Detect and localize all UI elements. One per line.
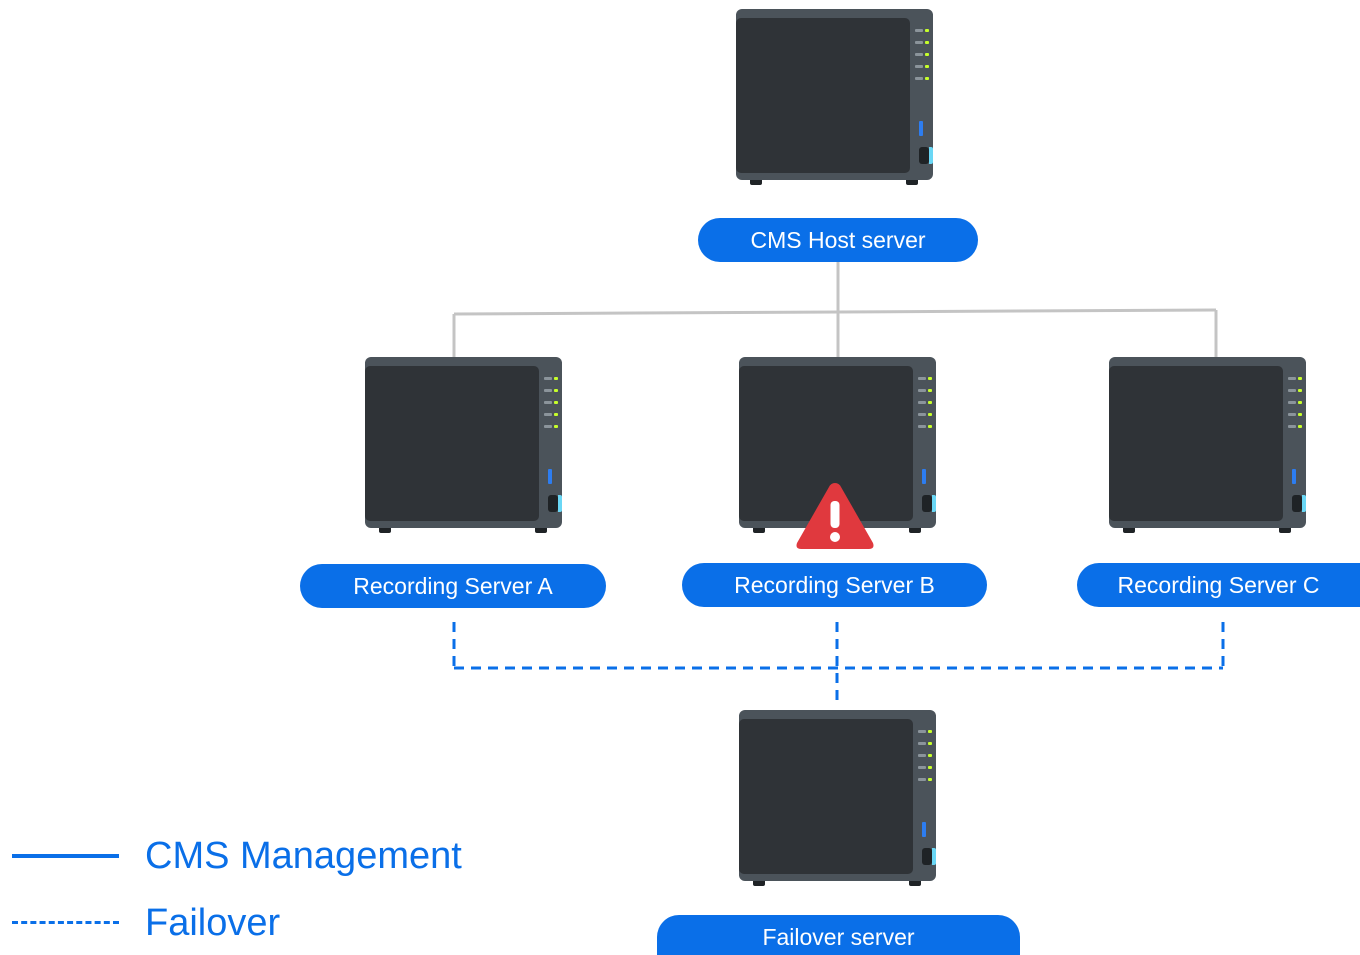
legend-dashed-line-swatch xyxy=(12,921,119,924)
recording-server-b-label: Recording Server B xyxy=(682,563,987,607)
legend-management-label: CMS Management xyxy=(145,835,462,877)
failover-topology-diagram: CMS Host server Recording Server A Recor… xyxy=(0,0,1360,955)
failover-server-label: Failover server xyxy=(657,915,1020,955)
legend-failover-label: Failover xyxy=(145,902,281,944)
recording-server-c-device xyxy=(1109,357,1306,535)
failover-server-device xyxy=(739,710,936,888)
legend-item-failover: Failover xyxy=(12,893,312,953)
legend-item-management: CMS Management xyxy=(12,826,472,886)
recording-server-a-label: Recording Server A xyxy=(300,564,606,608)
failover-connectors xyxy=(452,622,1225,705)
cms-host-server-device xyxy=(736,9,933,187)
management-bus-line xyxy=(453,308,1217,316)
recording-server-c-label: Recording Server C xyxy=(1077,563,1360,607)
management-connectors xyxy=(452,262,1218,357)
warning-triangle-icon xyxy=(796,483,874,549)
recording-server-a-device xyxy=(365,357,562,535)
legend-solid-line-swatch xyxy=(12,854,119,858)
cms-host-server-label: CMS Host server xyxy=(698,218,978,262)
